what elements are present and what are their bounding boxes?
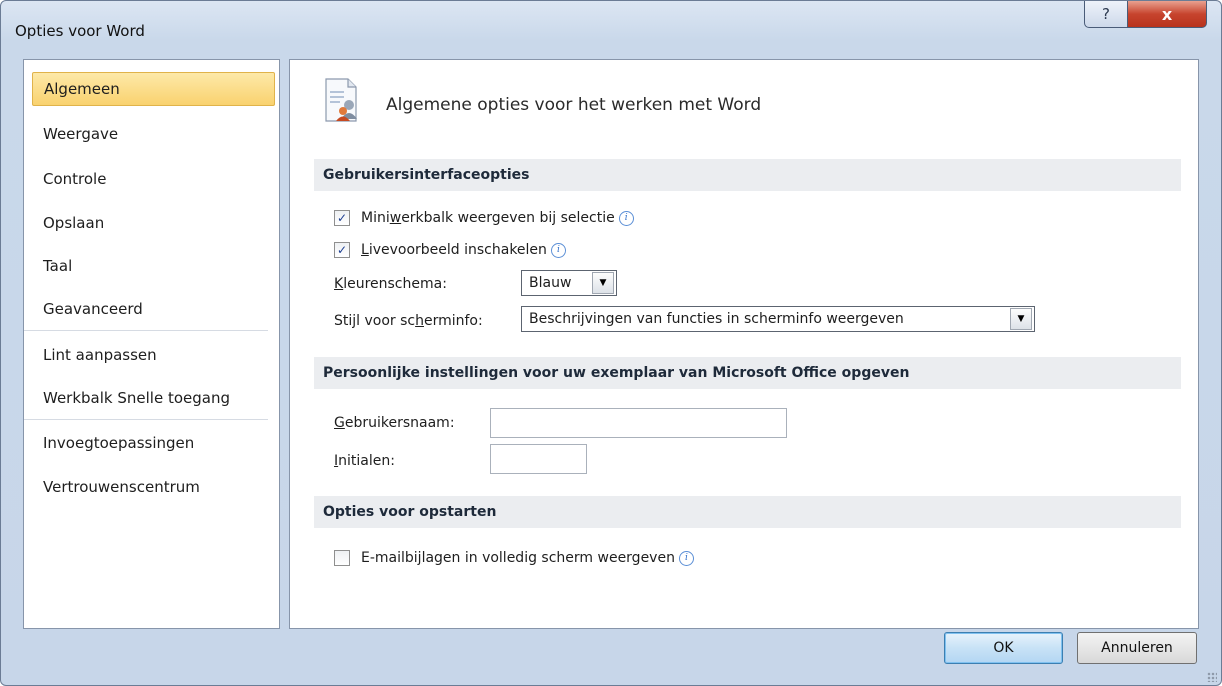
info-icon[interactable]: i [678,550,694,566]
general-options-icon [325,78,357,122]
color-scheme-select[interactable]: Blauw ▼ [521,270,617,296]
sidebar-item-werkbalk-snelle-toegang[interactable]: Werkbalk Snelle toegang [32,381,273,415]
sidebar: Algemeen Weergave Controle Opslaan Taal … [23,59,280,629]
close-icon: x [1161,4,1173,24]
chevron-down-icon[interactable]: ▼ [1010,308,1032,330]
live-preview-option[interactable]: ✓ Livevoorbeeld inschakelen i [334,242,566,258]
sidebar-item-invoegtoepassingen[interactable]: Invoegtoepassingen [32,426,273,460]
content-panel: Algemene opties voor het werken met Word… [289,59,1199,629]
minibar-option[interactable]: ✓ Miniwerkbalk weergeven bij selectie i [334,210,634,226]
resize-grip-icon[interactable] [1207,672,1217,682]
email-attachments-option[interactable]: E-mailbijlagen in volledig scherm weerge… [334,550,694,566]
info-icon[interactable]: i [550,242,566,258]
sidebar-item-controle[interactable]: Controle [32,162,273,196]
section-header-startup: Opties voor opstarten [314,496,1181,528]
window-title: Opties voor Word [15,22,145,40]
sidebar-item-geavanceerd[interactable]: Geavanceerd [32,292,273,326]
section-header-personal: Persoonlijke instellingen voor uw exempl… [314,357,1181,389]
sidebar-item-opslaan[interactable]: Opslaan [32,206,273,240]
email-attachments-label: E-mailbijlagen in volledig scherm weerge… [361,550,675,566]
sidebar-divider [24,330,268,331]
sidebar-divider [24,419,268,420]
options-dialog: Opties voor Word ? x Algemeen Weergave C… [0,0,1222,686]
live-preview-checkbox[interactable]: ✓ [334,242,350,258]
chevron-down-icon[interactable]: ▼ [592,272,614,294]
username-input[interactable] [490,408,787,438]
ok-button[interactable]: OK [944,632,1063,664]
initials-input[interactable] [490,444,587,474]
info-icon[interactable]: i [618,210,634,226]
minibar-checkbox[interactable]: ✓ [334,210,350,226]
sidebar-item-vertrouwenscentrum[interactable]: Vertrouwenscentrum [32,470,273,504]
sidebar-item-weergave[interactable]: Weergave [32,117,273,151]
live-preview-label: Livevoorbeeld inschakelen [361,242,547,258]
screentip-style-label: Stijl voor scherminfo: [334,313,483,329]
screentip-style-select[interactable]: Beschrijvingen van functies in scherminf… [521,306,1035,332]
color-scheme-value: Blauw [529,275,572,291]
sidebar-item-taal[interactable]: Taal [32,249,273,283]
minibar-label: Miniwerkbalk weergeven bij selectie [361,210,615,226]
sidebar-item-lint-aanpassen[interactable]: Lint aanpassen [32,338,273,372]
close-button[interactable]: x [1127,1,1207,28]
section-header-ui: Gebruikersinterfaceopties [314,159,1181,191]
username-label: Gebruikersnaam: [334,415,455,431]
email-attachments-checkbox[interactable] [334,550,350,566]
sidebar-item-algemeen[interactable]: Algemeen [32,72,275,106]
title-bar[interactable]: Opties voor Word ? x [1,1,1221,57]
initials-label: Initialen: [334,453,395,469]
cancel-button[interactable]: Annuleren [1077,632,1197,664]
help-icon: ? [1102,5,1110,23]
help-button[interactable]: ? [1084,1,1128,28]
screentip-style-value: Beschrijvingen van functies in scherminf… [529,311,904,327]
page-title: Algemene opties voor het werken met Word [386,95,762,115]
color-scheme-label: Kleurenschema: [334,276,447,292]
